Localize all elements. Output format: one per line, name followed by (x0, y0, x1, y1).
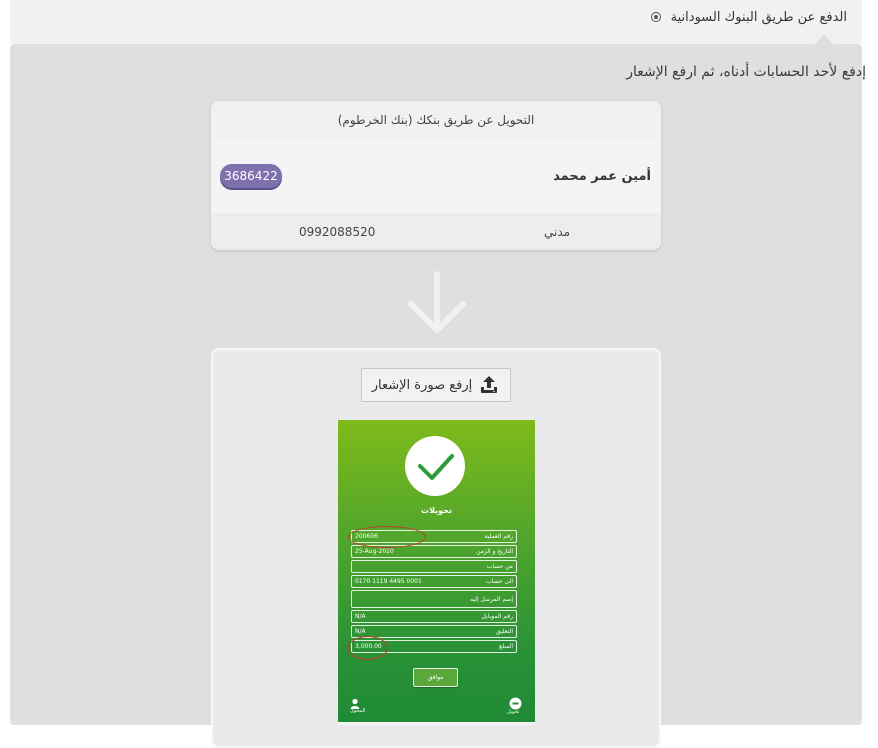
receipt-value: N/A (355, 613, 366, 620)
bank-card-title: التحويل عن طريق بنكك (بنك الخرطوم) (211, 101, 661, 139)
receipt-heading: تحويلات (421, 506, 452, 515)
highlight-oval (348, 526, 426, 548)
receipt-label: المبلغ (499, 643, 513, 650)
receipt-row: 0170 1119 4495 0001 الى حساب (351, 575, 517, 588)
highlight-oval (348, 636, 388, 660)
receipt-label: إسم المرسل إليه (470, 595, 513, 603)
receipt-label: رقم العملية (484, 533, 513, 540)
payment-option-label: الدفع عن طريق البنوك السودانية (670, 9, 847, 25)
receipt-ok-button: موافق (413, 668, 458, 687)
check-icon (405, 436, 465, 496)
account-holder-name: أمين عمر محمد (553, 169, 651, 184)
receipt-row: من حساب (351, 560, 517, 573)
radio-dot (653, 15, 658, 19)
bank-card-footer (211, 213, 661, 250)
branch-phone: 0992088520 (299, 225, 376, 239)
upload-button-label: إرفع صورة الإشعار (371, 377, 473, 393)
receipt-value: N/A (355, 628, 366, 635)
receipt-label: التعليق (495, 628, 513, 635)
bank-account-card: التحويل عن طريق بنكك (بنك الخرطوم) أمين … (211, 101, 661, 250)
receipt-row: N/A رقم الموبايل (351, 610, 517, 623)
left-icon-label: المحول (350, 708, 366, 714)
receipt-label: من حساب (486, 563, 513, 570)
receipt-label: رقم الموبايل (481, 613, 513, 620)
arrow-down-icon (405, 270, 469, 338)
payment-option-row[interactable]: الدفع عن طريق البنوك السودانية (650, 6, 847, 28)
upload-icon (478, 374, 500, 396)
receipt-row: إسم المرسل إليه (351, 590, 517, 608)
receipt-image: تحويلات 200606 رقم العملية 25-Aug-2020 ا… (338, 420, 535, 725)
panel-pointer (815, 34, 833, 44)
receipt-value: 0170 1119 4495 0001 (355, 578, 422, 585)
right-icon-label: تحويل (507, 709, 520, 715)
receipt-label: التاريخ و الزمن (476, 548, 513, 555)
instruction-text: إدفع لأحد الحسابات أدناه، ثم ارفع الإشعا… (626, 64, 866, 80)
receipt-label: الى حساب (486, 578, 513, 585)
account-number-badge: 3686422 (220, 164, 282, 188)
radio-button[interactable] (650, 12, 661, 22)
branch-name: مدني (544, 225, 571, 239)
receipt-value: 25-Aug-2020 (355, 548, 394, 555)
upload-receipt-button[interactable]: إرفع صورة الإشعار (361, 368, 511, 402)
